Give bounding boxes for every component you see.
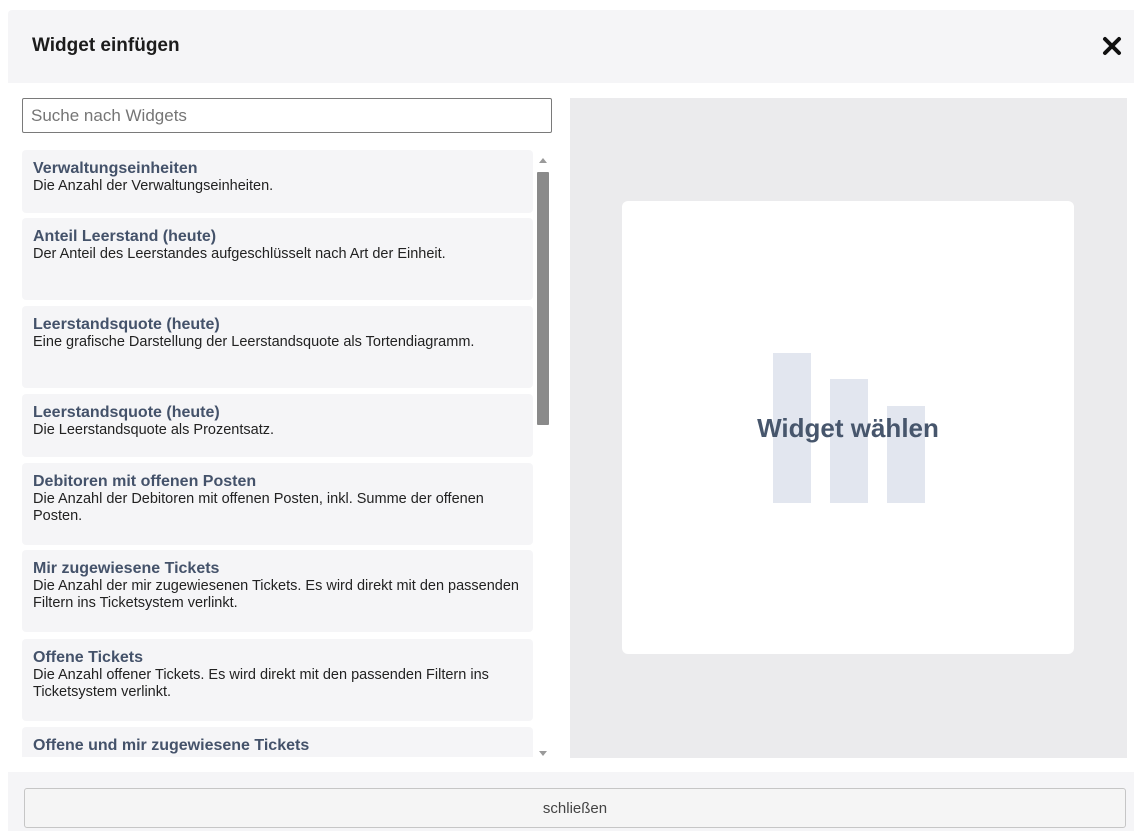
widget-item-title: Leerstandsquote (heute)	[33, 316, 220, 333]
search-input[interactable]	[22, 98, 552, 133]
close-button[interactable]: schließen	[24, 788, 1126, 828]
dialog-header: Widget einfügen	[8, 10, 1134, 83]
widget-list[interactable]: Verwaltungseinheiten Die Anzahl der Verw…	[22, 150, 553, 757]
scrollbar-thumb[interactable]	[537, 172, 549, 425]
widget-item-description: Die Leerstandsquote als Prozentsatz.	[33, 422, 274, 438]
scroll-up-icon[interactable]	[539, 158, 547, 163]
widget-item-description: Die Anzahl offener Tickets. Es wird dire…	[33, 667, 489, 700]
widget-item-offene-tickets[interactable]: Offene Tickets Die Anzahl offener Ticket…	[22, 639, 533, 721]
widget-item-leerstandsquote-diagramm[interactable]: Leerstandsquote (heute) Eine grafische D…	[22, 306, 533, 388]
widget-dialog: Widget einfügen Verwaltungseinheiten Die…	[8, 10, 1134, 831]
widget-item-description: Die Anzahl der Verwaltungseinheiten.	[33, 178, 274, 194]
widget-item-title: Debitoren mit offenen Posten	[33, 473, 257, 490]
dialog-footer: schließen	[8, 772, 1134, 831]
close-icon[interactable]	[1100, 34, 1124, 58]
widget-item-debitoren[interactable]: Debitoren mit offenen Posten Die Anzahl …	[22, 463, 533, 545]
widget-placeholder-text: Widget wählen	[757, 413, 939, 443]
widget-item-mir-zugewiesene-tickets[interactable]: Mir zugewiesene Tickets Die Anzahl der m…	[22, 550, 533, 632]
widget-item-anteil-leerstand[interactable]: Anteil Leerstand (heute) Der Anteil des …	[22, 218, 533, 300]
widget-item-description: Eine grafische Darstellung der Leerstand…	[33, 334, 475, 350]
dialog-title: Widget einfügen	[32, 35, 180, 56]
scroll-down-icon[interactable]	[539, 751, 547, 756]
widget-item-title: Offene und mir zugewiesene Tickets	[33, 737, 310, 754]
widget-item-title: Offene Tickets	[33, 649, 143, 666]
widget-preview-card: Widget wählen	[622, 201, 1074, 654]
widget-item-title: Mir zugewiesene Tickets	[33, 560, 220, 577]
widget-item-offene-und-zugewiesene-tickets[interactable]: Offene und mir zugewiesene Tickets	[22, 727, 533, 757]
widget-item-description: Die Anzahl der mir zugewiesenen Tickets.…	[33, 578, 519, 611]
widget-list-scrollbar[interactable]	[535, 158, 551, 756]
widget-item-title: Leerstandsquote (heute)	[33, 404, 220, 421]
widget-item-description: Die Anzahl der Debitoren mit offenen Pos…	[33, 491, 484, 524]
widget-item-title: Anteil Leerstand (heute)	[33, 228, 217, 245]
widget-preview-panel: Widget wählen	[570, 98, 1127, 758]
widget-item-title: Verwaltungseinheiten	[33, 160, 198, 177]
widget-item-description: Der Anteil des Leerstandes aufgeschlüsse…	[33, 246, 446, 262]
widget-item-verwaltungseinheiten[interactable]: Verwaltungseinheiten Die Anzahl der Verw…	[22, 150, 533, 213]
widget-item-leerstandsquote-prozent[interactable]: Leerstandsquote (heute) Die Leerstandsqu…	[22, 394, 533, 457]
